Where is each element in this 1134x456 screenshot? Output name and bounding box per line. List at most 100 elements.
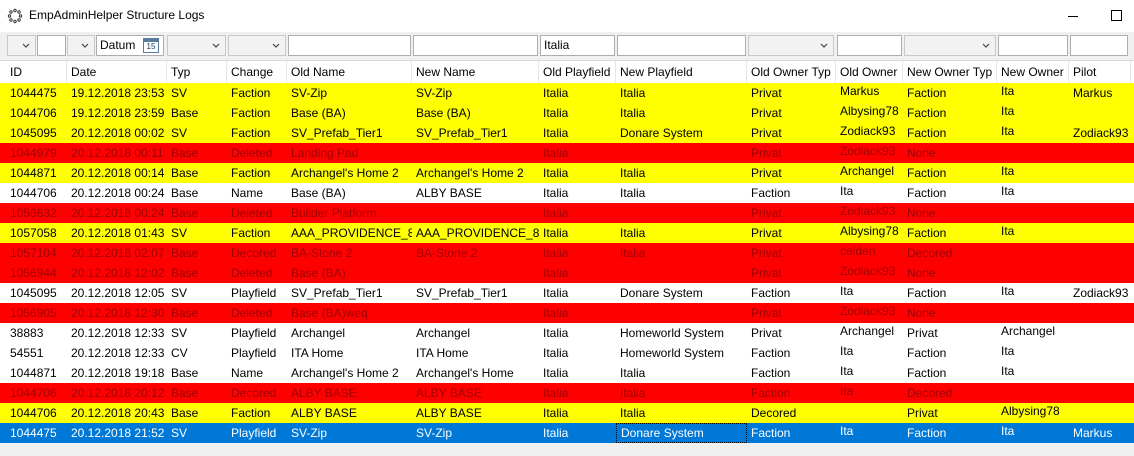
cell-typ[interactable]: Base [167, 183, 227, 203]
cell-old-owner[interactable]: Archangel [836, 163, 903, 183]
table-row[interactable]: 1044706 20.12.2018 20:43 Base Faction ALBY B… [0, 403, 1134, 423]
cell-id[interactable]: 1056632 [6, 203, 67, 223]
filter-id-input[interactable] [37, 35, 66, 56]
cell-new-owner[interactable]: Ita [997, 343, 1069, 363]
cell-new-name[interactable]: ALBY BASE [412, 183, 539, 203]
cell-new-owner-typ[interactable]: Faction [903, 103, 997, 123]
cell-old-name[interactable]: Base (BA) [287, 263, 412, 283]
cell-new-owner-typ[interactable]: Privat [903, 323, 997, 343]
cell-id[interactable]: 1057058 [6, 223, 67, 243]
table-row[interactable]: 1057058 20.12.2018 01:43 SV Faction AAA_PROV… [0, 223, 1134, 243]
cell-typ[interactable]: Base [167, 383, 227, 403]
cell-typ[interactable]: Base [167, 103, 227, 123]
cell-new-owner[interactable]: Ita [997, 223, 1069, 243]
cell-new-playfield[interactable]: Italia [616, 183, 747, 203]
cell-date[interactable]: 20.12.2018 19:18 [67, 363, 167, 383]
cell-date[interactable]: 20.12.2018 00:24 [67, 183, 167, 203]
cell-change[interactable]: Deleted [227, 263, 287, 283]
cell-old-owner[interactable]: Ita [836, 383, 903, 403]
cell-id[interactable]: 1044475 [6, 83, 67, 103]
cell-old-name[interactable]: SV_Prefab_Tier1 [287, 283, 412, 303]
cell-id[interactable]: 1045095 [6, 283, 67, 303]
cell-old-owner-typ[interactable]: Faction [747, 343, 836, 363]
cell-new-owner[interactable]: Ita [997, 83, 1069, 103]
filter-change-dropdown[interactable] [228, 35, 286, 56]
table-row[interactable]: 1044871 20.12.2018 00:14 Base Faction Archan… [0, 163, 1134, 183]
cell-old-owner[interactable]: Zodiack93 [836, 143, 903, 163]
cell-new-playfield[interactable]: Homeworld System [616, 343, 747, 363]
cell-date[interactable]: 20.12.2018 02:07 [67, 243, 167, 263]
cell-old-owner[interactable]: Zodiack93 [836, 263, 903, 283]
cell-new-playfield[interactable]: Italia [616, 383, 747, 403]
cell-old-name[interactable]: ALBY BASE [287, 403, 412, 423]
column-header-new-owner[interactable]: New Owner [997, 61, 1069, 83]
cell-new-owner-typ[interactable]: Faction [903, 83, 997, 103]
column-header-old-owner-typ[interactable]: Old Owner Typ [747, 61, 836, 83]
cell-new-owner[interactable]: Ita [997, 423, 1069, 443]
filter-new-owner-typ-dropdown[interactable] [904, 35, 996, 56]
table-row[interactable]: 1056944 20.12.2018 12:02 Base Deleted Base (… [0, 263, 1134, 283]
table-row[interactable]: 1044706 20.12.2018 00:24 Base Name Base (BA)… [0, 183, 1134, 203]
cell-old-name[interactable]: Archangel [287, 323, 412, 343]
cell-change[interactable]: Playfield [227, 423, 287, 443]
cell-old-name[interactable]: SV_Prefab_Tier1 [287, 123, 412, 143]
cell-new-owner-typ[interactable]: Decored [903, 243, 997, 263]
cell-typ[interactable]: Base [167, 363, 227, 383]
column-header-pilot[interactable]: Pilot [1069, 61, 1131, 83]
column-header-new-owner-typ[interactable]: New Owner Typ [903, 61, 997, 83]
cell-change[interactable]: Faction [227, 403, 287, 423]
cell-old-name[interactable]: Archangel's Home 2 [287, 363, 412, 383]
cell-old-owner[interactable]: Ita [836, 283, 903, 303]
cell-typ[interactable]: Base [167, 163, 227, 183]
cell-new-owner[interactable] [997, 243, 1069, 263]
cell-old-playfield[interactable]: Italia [539, 343, 616, 363]
cell-new-playfield[interactable] [616, 303, 747, 323]
cell-new-owner-typ[interactable]: None [903, 203, 997, 223]
cell-old-playfield[interactable]: Italia [539, 123, 616, 143]
cell-old-name[interactable]: SV-Zip [287, 423, 412, 443]
cell-new-owner-typ[interactable]: Faction [903, 183, 997, 203]
cell-old-playfield[interactable]: Italia [539, 243, 616, 263]
column-header-old-owner[interactable]: Old Owner [836, 61, 903, 83]
cell-old-owner-typ[interactable]: Privat [747, 223, 836, 243]
cell-change[interactable]: Faction [227, 123, 287, 143]
cell-old-owner-typ[interactable]: Privat [747, 263, 836, 283]
cell-old-owner-typ[interactable]: Privat [747, 243, 836, 263]
cell-old-playfield[interactable]: Italia [539, 303, 616, 323]
table-row[interactable]: 1045095 20.12.2018 00:02 SV Faction SV_Prefa… [0, 123, 1134, 143]
cell-pilot[interactable] [1069, 143, 1131, 163]
cell-old-playfield[interactable]: Italia [539, 383, 616, 403]
column-header-old-name[interactable]: Old Name [287, 61, 412, 83]
cell-date[interactable]: 20.12.2018 00:14 [67, 163, 167, 183]
cell-id[interactable]: 1044706 [6, 383, 67, 403]
cell-old-owner[interactable]: Albysing78 [836, 223, 903, 243]
cell-date[interactable]: 20.12.2018 12:05 [67, 283, 167, 303]
cell-old-playfield[interactable]: Italia [539, 283, 616, 303]
cell-old-owner[interactable]: Ita [836, 423, 903, 443]
cell-new-owner[interactable] [997, 143, 1069, 163]
cell-typ[interactable]: Base [167, 303, 227, 323]
cell-pilot[interactable]: Markus [1069, 83, 1131, 103]
cell-change[interactable]: Name [227, 183, 287, 203]
cell-date[interactable]: 20.12.2018 12:02 [67, 263, 167, 283]
cell-date[interactable]: 20.12.2018 12:33 [67, 343, 167, 363]
filter-new-name-input[interactable] [413, 35, 538, 56]
cell-date[interactable]: 20.12.2018 01:43 [67, 223, 167, 243]
cell-date[interactable]: 19.12.2018 23:53 [67, 83, 167, 103]
cell-change[interactable]: Name [227, 363, 287, 383]
cell-new-playfield[interactable] [616, 203, 747, 223]
cell-new-owner[interactable]: Ita [997, 163, 1069, 183]
cell-typ[interactable]: SV [167, 423, 227, 443]
cell-new-owner-typ[interactable]: Faction [903, 363, 997, 383]
filter-typ-dropdown[interactable] [167, 35, 226, 56]
cell-new-playfield[interactable]: Homeworld System [616, 323, 747, 343]
cell-old-playfield[interactable]: Italia [539, 203, 616, 223]
cell-new-owner-typ[interactable]: Faction [903, 423, 997, 443]
cell-id[interactable]: 1044979 [6, 143, 67, 163]
cell-typ[interactable]: Base [167, 243, 227, 263]
cell-new-playfield[interactable]: Donare System [616, 283, 747, 303]
cell-new-name[interactable]: Archangel's Home 2 [412, 163, 539, 183]
calendar-icon[interactable]: 15 [143, 38, 159, 53]
column-header-date[interactable]: Date [67, 61, 167, 83]
cell-new-owner[interactable] [997, 383, 1069, 403]
